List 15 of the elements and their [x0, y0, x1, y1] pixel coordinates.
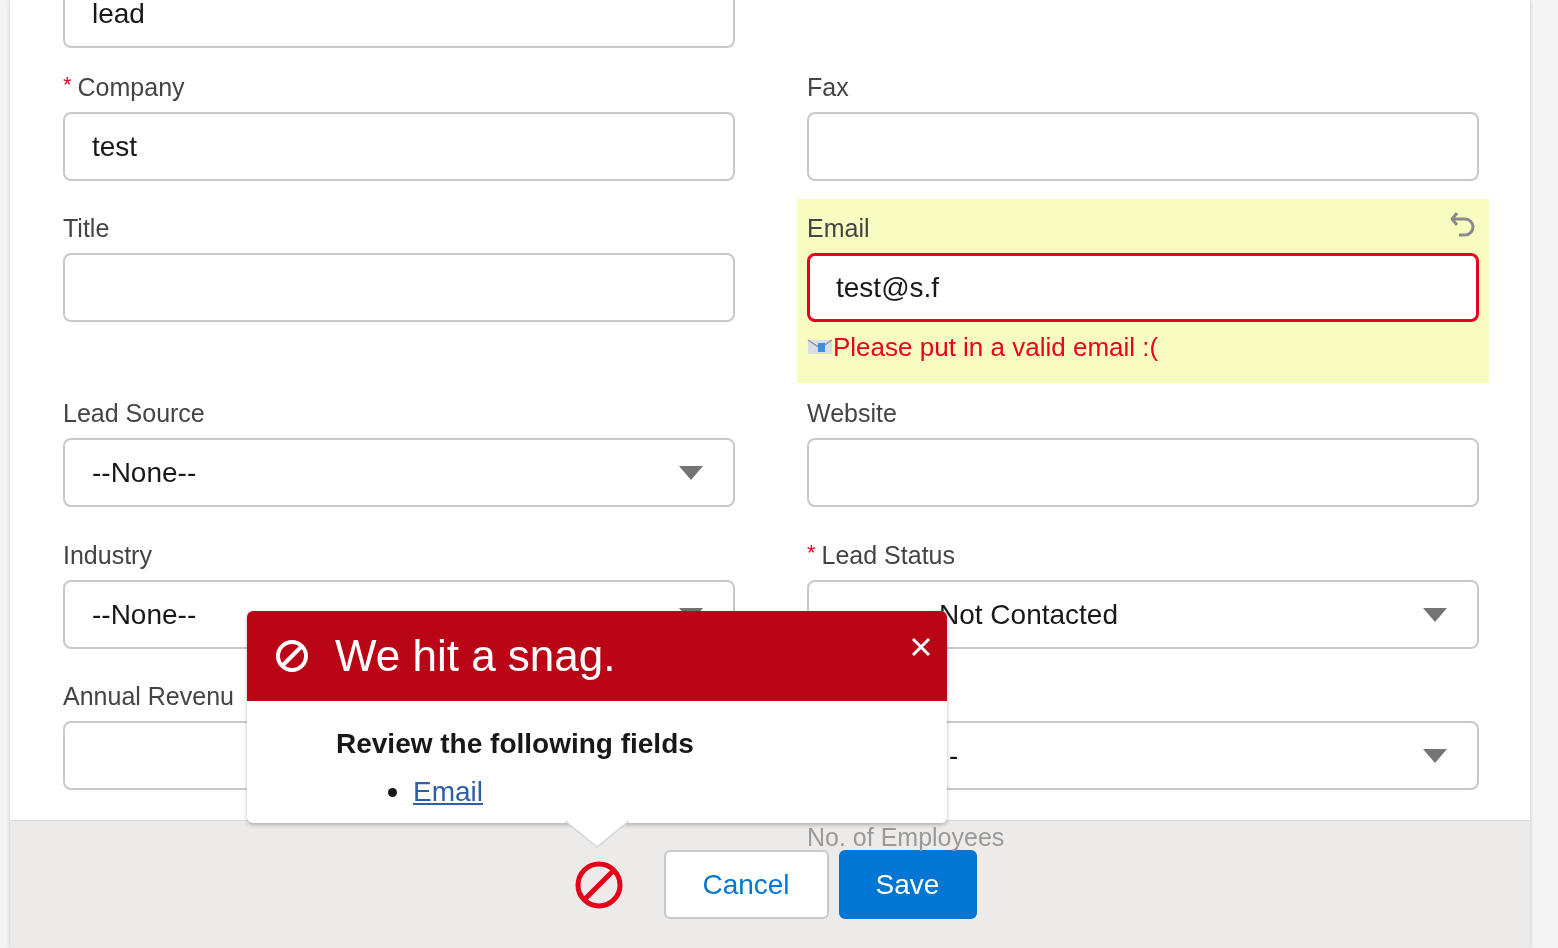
required-mark: * [807, 541, 816, 564]
field-label: Lead Source [63, 401, 205, 426]
field-label: Company [77, 75, 185, 100]
popover-heading: Review the following fields [336, 727, 695, 761]
field-label: Annual Revenu [63, 684, 234, 709]
required-mark: * [63, 73, 72, 96]
popover-title: We hit a snag. [335, 630, 616, 682]
field-label: Title [63, 216, 110, 241]
field-label: Industry [63, 543, 152, 568]
field-label: Email [807, 216, 870, 241]
field-label: Website [807, 401, 897, 426]
field-label: Fax [807, 75, 849, 100]
error-message: Please put in a valid email :( [833, 334, 1159, 360]
field-label: Lead Status [821, 543, 955, 568]
field-label: No. of Employees [807, 825, 1005, 850]
